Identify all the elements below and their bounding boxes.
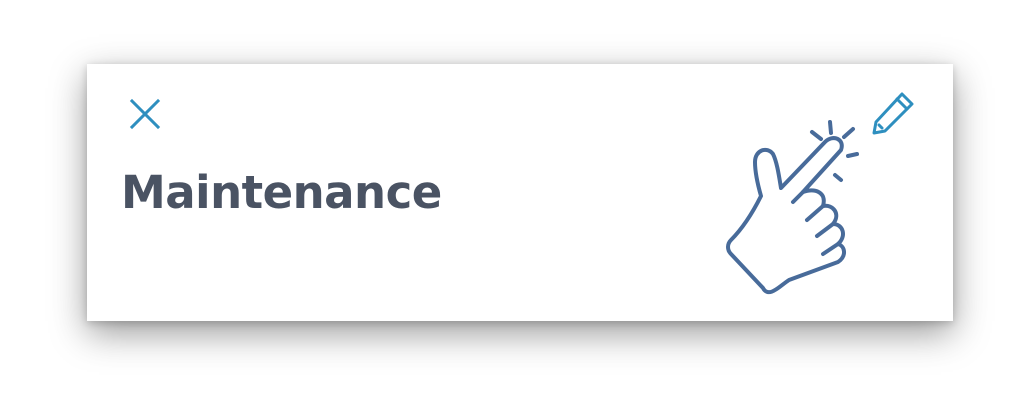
maintenance-card: Maintenance <box>87 64 953 321</box>
close-icon <box>129 98 161 130</box>
page-title: Maintenance <box>121 166 442 219</box>
pencil-icon <box>865 92 919 144</box>
close-button[interactable] <box>127 96 163 132</box>
edit-button[interactable] <box>865 86 919 140</box>
